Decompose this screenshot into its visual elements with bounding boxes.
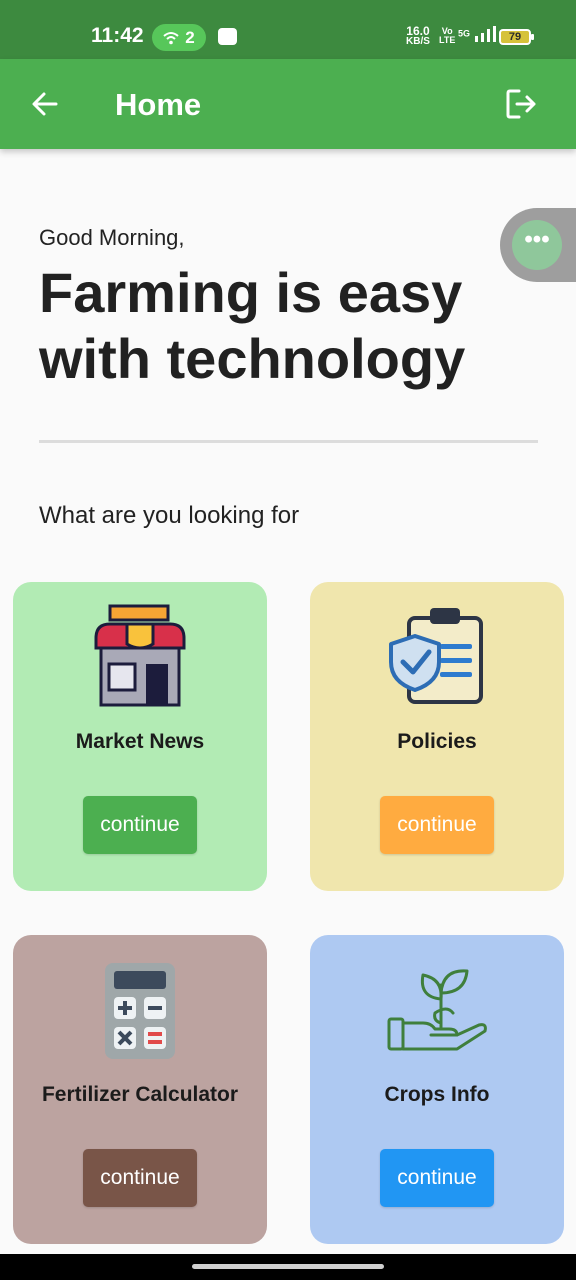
card-policies[interactable]: Policies continue [310,582,564,891]
volte-bottom: LTE [439,35,456,45]
card-title: Market News [75,730,205,753]
arrow-left-icon [32,92,58,116]
section-title: What are you looking for [39,502,300,529]
wifi-icon [163,31,179,44]
network-speed: 16.0 KB/S [406,25,430,47]
signal-bars-icon [474,26,496,42]
status-bar: 11:42 2 16.0 KB/S Vo LTE 5G 79 [0,0,576,59]
continue-button[interactable]: continue [83,1149,197,1207]
notification-app-icon [218,28,237,45]
clipboard-shield-icon [389,608,483,704]
continue-button[interactable]: continue [380,796,494,854]
page-title: Home [115,87,202,122]
battery-indicator: 79 [499,29,534,45]
calculator-icon [105,963,175,1059]
plant-in-hand-icon [387,969,487,1051]
card-title: Policies [397,730,477,753]
signal-indicator: 5G [458,26,496,42]
shop-icon [94,604,186,707]
headline: Farming is easy with technology [39,261,466,390]
card-title: Crops Info [384,1083,490,1106]
card-crops-info[interactable]: Crops Info continue [310,935,564,1244]
greeting-text: Good Morning, [39,225,185,250]
system-nav-bar [0,1254,576,1280]
app-bar: Home [0,59,576,149]
hotspot-count: 2 [185,27,195,47]
signal-label: 5G [458,28,471,39]
card-title: Fertilizer Calculator [41,1083,239,1106]
status-time: 11:42 [91,24,144,47]
continue-button[interactable]: continue [83,796,197,854]
logout-icon [506,89,536,119]
divider [39,440,538,443]
card-market-news[interactable]: Market News continue [13,582,267,891]
continue-button[interactable]: continue [380,1149,494,1207]
home-gesture-bar[interactable] [192,1264,384,1269]
hotspot-indicator[interactable]: 2 [152,24,206,51]
card-fertilizer-calculator[interactable]: Fertilizer Calculator continue [13,935,267,1244]
network-speed-unit: KB/S [406,36,430,47]
back-button[interactable] [24,83,66,125]
logout-button[interactable] [500,83,542,125]
volte-indicator: Vo LTE [439,27,455,45]
